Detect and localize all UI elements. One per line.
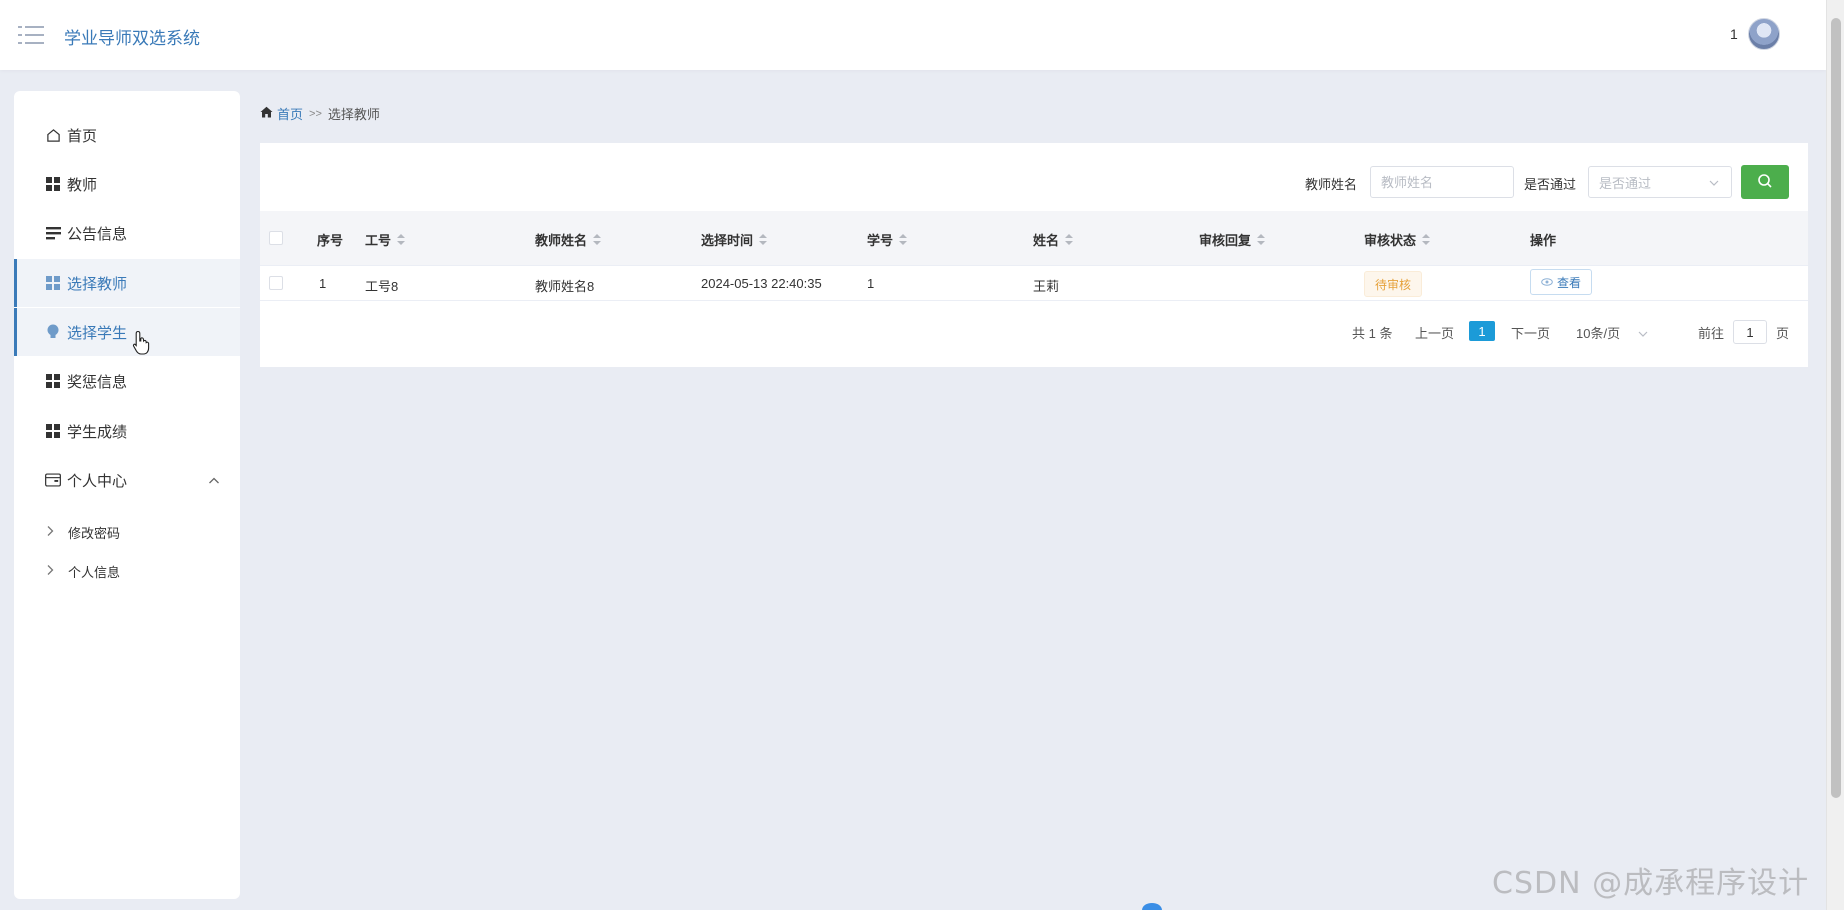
passed-select[interactable]: 是否通过 (1588, 166, 1732, 198)
breadcrumb: 首页 >> 选择教师 (260, 104, 380, 123)
sort-icon[interactable] (397, 233, 406, 246)
sidebar-item-label: 公告信息 (67, 225, 128, 243)
view-button-label: 查看 (1557, 275, 1582, 290)
cell-teacher-name: 教师姓名8 (535, 279, 595, 294)
scrollbar-thumb[interactable] (1831, 18, 1841, 798)
sidebar-item-select-teacher[interactable]: 选择教师 (14, 259, 240, 307)
select-all-checkbox[interactable] (269, 231, 283, 245)
pagination-prev-button[interactable]: 上一页 (1415, 323, 1454, 342)
grid-icon (45, 373, 61, 389)
column-header-job-no[interactable]: 工号 (365, 230, 406, 249)
grid-icon (45, 176, 61, 192)
chevron-down-icon (1709, 176, 1719, 186)
sort-icon[interactable] (759, 233, 768, 246)
sort-icon[interactable] (1257, 233, 1266, 246)
sidebar-item-label: 教师 (67, 176, 98, 194)
column-header-name[interactable]: 姓名 (1033, 230, 1074, 249)
table-row: 1 工号8 教师姓名8 2024-05-13 22:40:35 1 王莉 待审核… (260, 266, 1808, 301)
chevron-down-icon (1638, 330, 1648, 338)
breadcrumb-separator: >> (309, 107, 322, 120)
sidebar-subitem-personal-info[interactable]: 个人信息 (14, 554, 240, 588)
grid-icon (45, 423, 61, 439)
passed-select-placeholder: 是否通过 (1599, 175, 1652, 191)
sidebar-item-select-student[interactable]: 选择学生 (14, 308, 240, 356)
bulb-icon (45, 324, 61, 340)
watermark: CSDN @成承程序设计 (1492, 866, 1810, 901)
sidebar-item-rewards[interactable]: 奖惩信息 (14, 357, 240, 405)
sidebar-subitem-label: 个人信息 (68, 564, 121, 580)
cell-select-time: 2024-05-13 22:40:35 (701, 276, 822, 291)
teacher-name-label: 教师姓名 (1305, 177, 1358, 192)
status-badge: 待审核 (1364, 271, 1423, 297)
sort-icon[interactable] (593, 233, 602, 246)
sidebar-item-label: 选择学生 (67, 324, 128, 342)
home-icon (45, 127, 61, 143)
sidebar-item-label: 奖惩信息 (67, 373, 128, 391)
sidebar-item-grades[interactable]: 学生成绩 (14, 407, 240, 455)
sort-icon[interactable] (899, 233, 908, 246)
grid-icon (45, 275, 61, 291)
eye-icon (1541, 278, 1553, 286)
app-title: 学业导师双选系统 (64, 29, 200, 48)
view-button[interactable]: 查看 (1530, 269, 1593, 295)
user-name[interactable]: 1 (1730, 26, 1738, 42)
sort-icon[interactable] (1065, 233, 1074, 246)
sidebar-item-label: 学生成绩 (67, 423, 128, 441)
sidebar: 首页 教师 公告信息 选择教师 选择学生 奖惩信息 学生成绩 个人中心 修改密码… (14, 91, 240, 899)
sidebar-item-personal-center[interactable]: 个人中心 (14, 456, 240, 504)
sidebar-item-notice[interactable]: 公告信息 (14, 209, 240, 257)
pagination-goto-label: 前往 (1698, 326, 1725, 341)
sidebar-item-home[interactable]: 首页 (14, 111, 240, 159)
pagination-page-1[interactable]: 1 (1469, 321, 1495, 341)
chevron-right-icon (46, 525, 60, 540)
bottom-indicator (1142, 903, 1162, 910)
column-header-status[interactable]: 审核状态 (1364, 230, 1431, 249)
sidebar-item-label: 选择教师 (67, 275, 128, 293)
search-icon (1757, 173, 1773, 192)
breadcrumb-home-link[interactable]: 首页 (277, 104, 303, 123)
sidebar-item-label: 首页 (67, 127, 98, 145)
content-card: 教师姓名 是否通过 是否通过 序号 工号 教师姓名 选择时间 学号 姓名 审核回… (260, 143, 1808, 367)
cell-index: 1 (319, 276, 327, 291)
pagination-total: 共 1 条 (1352, 326, 1393, 341)
column-header-index: 序号 (317, 233, 344, 248)
pagination-next-button[interactable]: 下一页 (1511, 323, 1550, 342)
column-header-action: 操作 (1530, 233, 1557, 248)
chevron-up-icon[interactable] (208, 474, 220, 486)
sidebar-item-teacher[interactable]: 教师 (14, 160, 240, 208)
sort-icon[interactable] (1422, 233, 1431, 246)
column-header-reply[interactable]: 审核回复 (1199, 230, 1266, 249)
hand-cursor-icon (132, 330, 152, 356)
cell-student-no: 1 (867, 276, 875, 291)
pagination-page-size-select[interactable]: 10条/页 (1576, 323, 1648, 342)
cell-job-no: 工号8 (365, 279, 399, 294)
passed-label: 是否通过 (1524, 177, 1577, 192)
column-header-select-time[interactable]: 选择时间 (701, 230, 768, 249)
teacher-name-input[interactable] (1370, 166, 1514, 198)
page-size-value: 10条/页 (1576, 326, 1621, 341)
avatar[interactable] (1748, 18, 1780, 50)
pagination-goto-input[interactable] (1733, 320, 1767, 344)
sidebar-subitem-label: 修改密码 (68, 525, 121, 541)
chevron-right-icon (46, 564, 60, 579)
card-icon (45, 472, 61, 488)
cell-name: 王莉 (1033, 279, 1060, 294)
row-checkbox[interactable] (269, 276, 283, 290)
pagination-page-unit: 页 (1776, 326, 1790, 341)
column-header-teacher-name[interactable]: 教师姓名 (535, 230, 602, 249)
table-header: 序号 工号 教师姓名 选择时间 学号 姓名 审核回复 审核状态 操作 (260, 211, 1808, 266)
menu-toggle-icon[interactable] (18, 24, 44, 46)
sidebar-item-label: 个人中心 (67, 472, 128, 490)
top-header: 学业导师双选系统 1 (0, 0, 1826, 70)
page-scrollbar[interactable] (1826, 0, 1844, 910)
sidebar-subitem-change-password[interactable]: 修改密码 (14, 515, 240, 549)
column-header-student-no[interactable]: 学号 (867, 230, 908, 249)
search-button[interactable] (1741, 165, 1789, 199)
list-icon (45, 225, 61, 241)
house-icon (260, 106, 273, 121)
breadcrumb-current: 选择教师 (327, 107, 380, 122)
